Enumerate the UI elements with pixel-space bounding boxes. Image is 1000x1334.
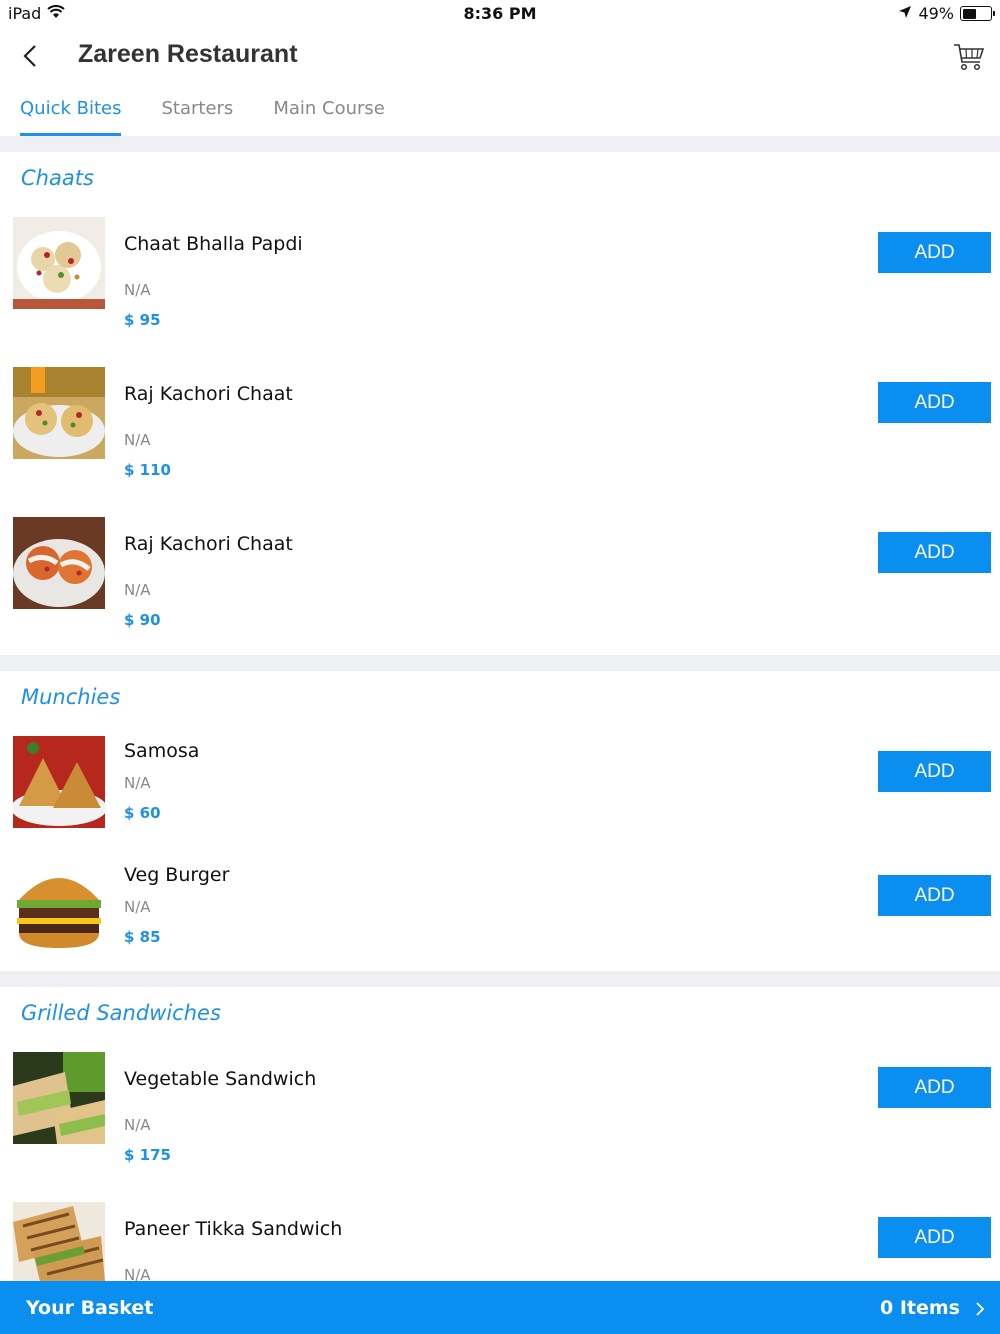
menu-item: Vegetable Sandwich N/A $ 175 ADD	[0, 1052, 1000, 1192]
food-image	[13, 217, 105, 309]
section-title-chaats: Chaats	[21, 166, 94, 190]
page-title: Zareen Restaurant	[78, 40, 298, 68]
add-button[interactable]: ADD	[878, 532, 991, 573]
tab-main-course[interactable]: Main Course	[273, 88, 385, 136]
status-bar: iPad 8:36 PM 49%	[0, 0, 1000, 28]
item-name: Paneer Tikka Sandwich	[124, 1218, 343, 1240]
chevron-right-icon	[976, 1302, 985, 1316]
status-time: 8:36 PM	[463, 4, 537, 23]
menu-item: Samosa N/A $ 60 ADD	[0, 736, 1000, 876]
item-description: N/A	[124, 581, 151, 599]
item-price: $ 175	[124, 1146, 171, 1164]
basket-item-count: 0 Items	[880, 1297, 960, 1319]
item-name: Samosa	[124, 740, 200, 762]
tab-quick-bites[interactable]: Quick Bites	[20, 88, 122, 136]
item-description: N/A	[124, 774, 151, 792]
item-description: N/A	[124, 281, 151, 299]
item-description: N/A	[124, 431, 151, 449]
item-name: Veg Burger	[124, 864, 230, 886]
tab-starters[interactable]: Starters	[161, 88, 233, 136]
tab-bar: Quick Bites Starters Main Course	[0, 88, 1000, 136]
item-price: $ 60	[124, 804, 161, 822]
battery-icon	[960, 6, 995, 21]
add-button[interactable]: ADD	[878, 1217, 991, 1258]
item-name: Chaat Bhalla Papdi	[124, 233, 303, 255]
item-price: $ 90	[124, 611, 161, 629]
item-name: Raj Kachori Chaat	[124, 533, 293, 555]
battery-fill	[962, 8, 976, 19]
back-button[interactable]	[14, 40, 46, 72]
section-title-munchies: Munchies	[21, 685, 121, 709]
item-name: Raj Kachori Chaat	[124, 383, 293, 405]
chevron-left-icon	[23, 45, 36, 67]
item-description: N/A	[124, 898, 151, 916]
food-image	[13, 860, 105, 952]
item-price: $ 95	[124, 311, 161, 329]
location-arrow-icon	[898, 4, 912, 23]
add-button[interactable]: ADD	[878, 382, 991, 423]
add-button[interactable]: ADD	[878, 751, 991, 792]
add-button[interactable]: ADD	[878, 232, 991, 273]
divider	[0, 971, 1000, 987]
item-name: Vegetable Sandwich	[124, 1068, 317, 1090]
item-description: N/A	[124, 1116, 151, 1134]
food-image	[13, 367, 105, 459]
add-button[interactable]: ADD	[878, 1067, 991, 1108]
battery-percent: 49%	[918, 4, 954, 23]
add-button[interactable]: ADD	[878, 875, 991, 916]
basket-label: Your Basket	[26, 1297, 154, 1319]
cart-button[interactable]	[952, 40, 986, 74]
food-image	[13, 736, 105, 828]
section-title-grilled-sandwiches: Grilled Sandwiches	[21, 1001, 221, 1025]
cart-icon	[954, 44, 985, 71]
basket-bar[interactable]: Your Basket 0 Items	[0, 1281, 1000, 1334]
divider	[0, 136, 1000, 152]
item-price: $ 110	[124, 461, 171, 479]
food-image	[13, 517, 105, 609]
divider	[0, 655, 1000, 671]
menu-item: Raj Kachori Chaat N/A $ 90 ADD	[0, 517, 1000, 657]
menu-item: Chaat Bhalla Papdi N/A $ 95 ADD	[0, 217, 1000, 357]
status-right: 49%	[898, 4, 995, 23]
food-image	[13, 1052, 105, 1144]
item-price: $ 85	[124, 928, 161, 946]
header: Zareen Restaurant	[0, 28, 1000, 84]
menu-item: Raj Kachori Chaat N/A $ 110 ADD	[0, 367, 1000, 507]
